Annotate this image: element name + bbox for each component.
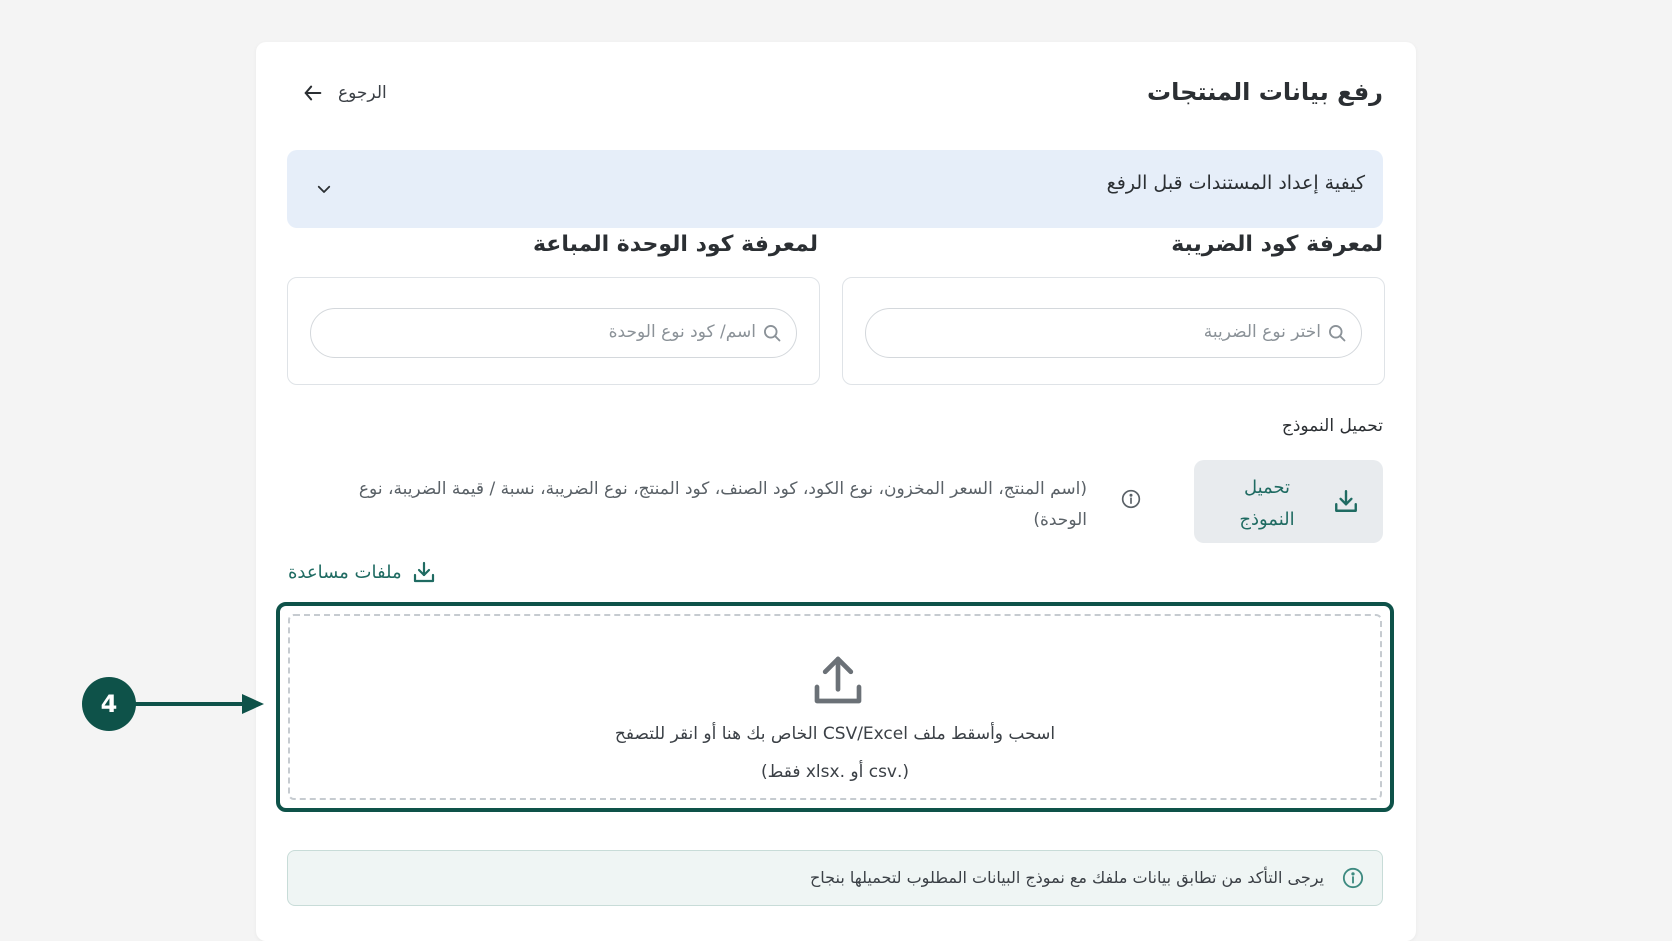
unit-code-heading: لمعرفة كود الوحدة المباعة <box>532 232 818 257</box>
accordion-title: كيفية إعداد المستندات قبل الرفع <box>1106 172 1365 194</box>
help-files-label: ملفات مساعدة <box>288 561 402 583</box>
chevron-down-icon <box>317 185 331 193</box>
tax-code-heading: لمعرفة كود الضريبة <box>1171 232 1383 257</box>
preparation-accordion[interactable]: كيفية إعداد المستندات قبل الرفع <box>287 150 1383 228</box>
search-icon <box>1329 325 1346 342</box>
tax-code-box: اختر نوع الضريبة <box>842 277 1385 385</box>
back-button[interactable]: الرجوع <box>302 82 387 104</box>
unit-code-box: اسم/ كود نوع الوحدة <box>287 277 820 385</box>
upload-card: رفع بيانات المنتجات الرجوع كيفية إعداد ا… <box>256 42 1416 941</box>
info-icon <box>1342 867 1364 889</box>
template-columns-note: (اسم المنتج، السعر المخزون، نوع الكود، ك… <box>358 479 1087 530</box>
step-pointer-arrow-icon <box>134 694 264 714</box>
info-icon <box>1121 489 1141 509</box>
download-icon <box>413 561 434 583</box>
dropzone-file-types: (.csv أو .xlsx فقط) <box>760 762 910 782</box>
unit-search-placeholder: اسم/ كود نوع الوحدة <box>608 322 756 342</box>
download-template-button[interactable]: تحميل النموذج <box>1194 460 1383 543</box>
back-label: الرجوع <box>338 83 387 103</box>
notice-text: يرجى التأكد من تطابق بيانات ملفك مع نموذ… <box>809 868 1324 887</box>
download-template-label: تحميل النموذج <box>1239 477 1295 530</box>
page-title: رفع بيانات المنتجات <box>1147 78 1383 106</box>
tax-type-search-input[interactable]: اختر نوع الضريبة <box>865 308 1362 358</box>
help-files-link[interactable]: ملفات مساعدة <box>288 560 436 584</box>
template-section-label: تحميل النموذج <box>1281 416 1383 436</box>
download-icon <box>1335 490 1357 512</box>
upload-icon <box>814 656 862 704</box>
arrow-left-icon <box>304 85 322 101</box>
dropzone-instruction: اسحب وأسقط ملف CSV/Excel الخاص بك هنا أو… <box>614 724 1056 744</box>
validation-notice: يرجى التأكد من تطابق بيانات ملفك مع نموذ… <box>287 850 1383 906</box>
search-icon <box>764 325 781 342</box>
step-number-badge: 4 <box>82 677 136 731</box>
file-dropzone[interactable]: اسحب وأسقط ملف CSV/Excel الخاص بك هنا أو… <box>288 614 1382 800</box>
unit-type-search-input[interactable]: اسم/ كود نوع الوحدة <box>310 308 797 358</box>
tax-search-placeholder: اختر نوع الضريبة <box>1203 322 1321 342</box>
